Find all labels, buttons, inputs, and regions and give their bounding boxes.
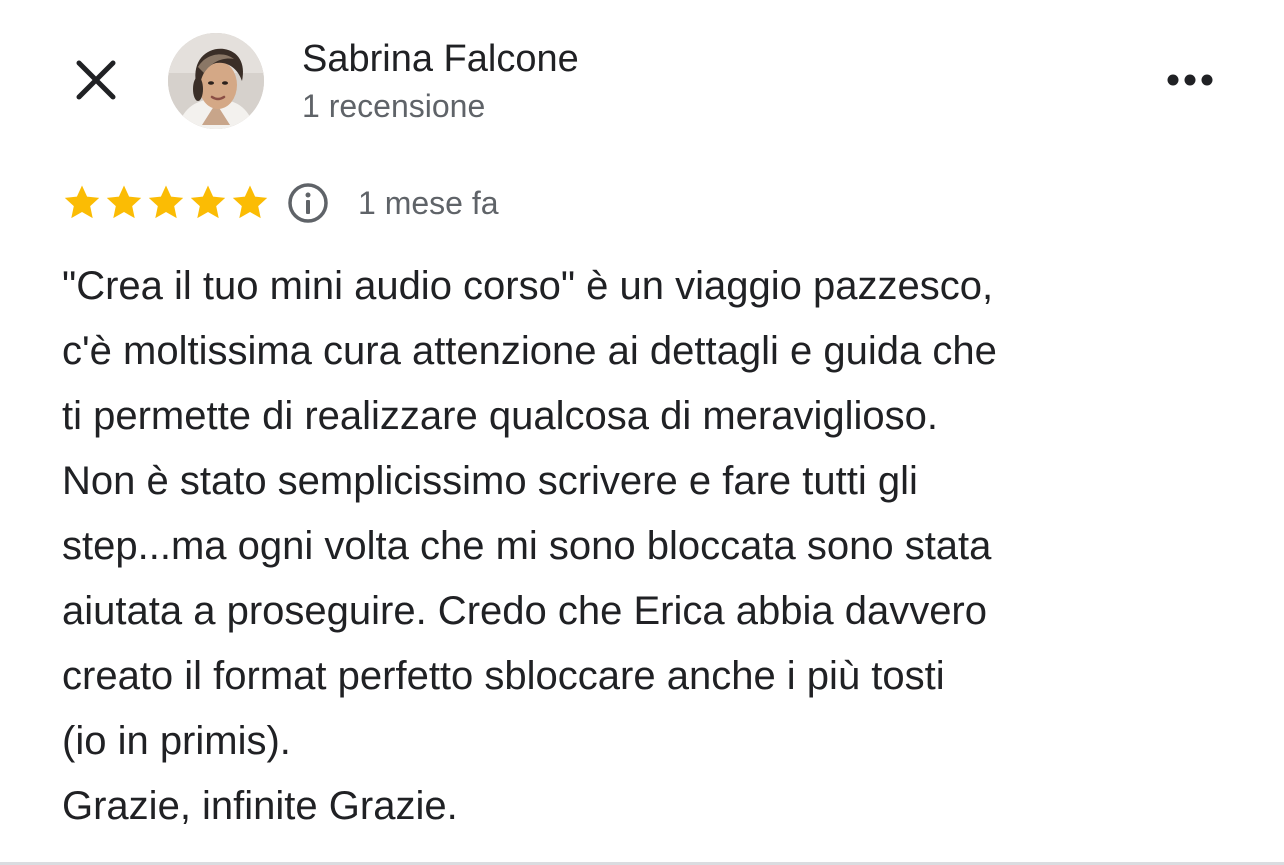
avatar-photo bbox=[168, 33, 264, 129]
review-text-line: creato il format perfetto sbloccare anch… bbox=[62, 654, 945, 698]
info-icon bbox=[288, 183, 328, 223]
review-date: 1 mese fa bbox=[358, 185, 499, 221]
star-icon bbox=[64, 185, 100, 219]
review-text-line: aiutata a proseguire. Credo che Erica ab… bbox=[62, 589, 987, 633]
review-text-line: (io in primis). bbox=[62, 719, 291, 763]
info-button[interactable] bbox=[286, 181, 330, 225]
star-rating bbox=[62, 183, 270, 223]
review-count: 1 recensione bbox=[302, 88, 486, 124]
review-text-line: Non è stato semplicissimo scrivere e far… bbox=[62, 459, 918, 503]
close-icon bbox=[76, 60, 116, 100]
review-text-line: c'è moltissima cura attenzione ai dettag… bbox=[62, 329, 997, 373]
review-text-line: step...ma ogni volta che mi sono bloccat… bbox=[62, 524, 992, 568]
star-icon bbox=[190, 185, 226, 219]
star-icon bbox=[106, 185, 142, 219]
author-name[interactable]: Sabrina Falcone bbox=[302, 36, 579, 82]
review-text: "Crea il tuo mini audio corso" è un viag… bbox=[62, 254, 1242, 839]
avatar[interactable] bbox=[168, 33, 264, 129]
rating-row: 1 mese fa bbox=[62, 180, 499, 226]
review-text-line: Grazie, infinite Grazie. bbox=[62, 784, 458, 828]
star-icon bbox=[232, 185, 268, 219]
review-text-line: "Crea il tuo mini audio corso" è un viag… bbox=[62, 264, 994, 308]
star-icon bbox=[148, 185, 184, 219]
more-horiz-icon bbox=[1167, 74, 1213, 86]
more-options-button[interactable] bbox=[1160, 58, 1220, 102]
review-text-line: ti permette di realizzare qualcosa di me… bbox=[62, 394, 938, 438]
close-button[interactable] bbox=[70, 54, 122, 106]
